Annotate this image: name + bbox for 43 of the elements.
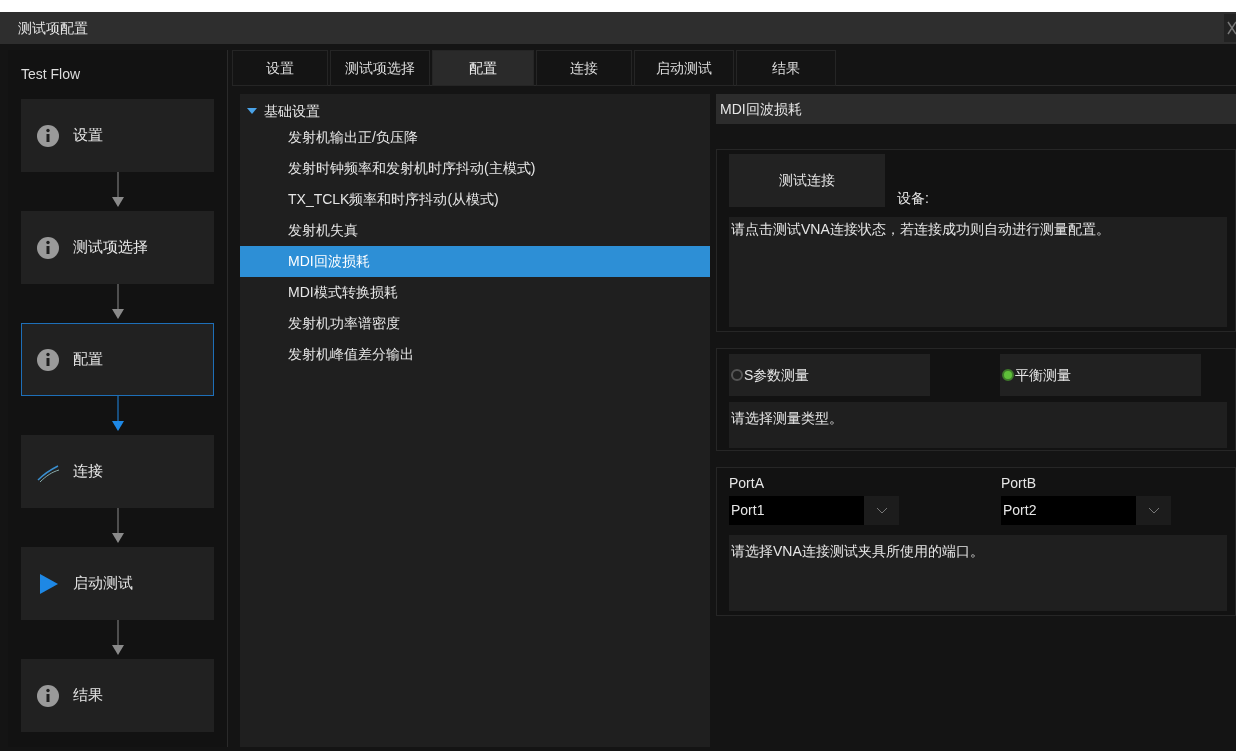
tab[interactable]: 结果 [736, 50, 836, 86]
flow-step[interactable]: 设置 [21, 99, 214, 172]
device-label: 设备: [897, 189, 929, 208]
flow-step[interactable]: 配置 [21, 323, 214, 396]
sidebar-title: Test Flow [21, 65, 82, 84]
panel-header: MDI回波损耗 [716, 94, 1236, 124]
radio-button[interactable]: 平衡测量 [1000, 354, 1201, 396]
chevron-icon [875, 506, 888, 515]
chevron-icon [1147, 506, 1160, 515]
window-title: 测试项配置 [18, 18, 88, 38]
info-text: 请选择VNA连接测试夹具所使用的端口。 [729, 535, 1227, 611]
flow-step[interactable]: 结果 [21, 659, 214, 732]
field-label: PortA [729, 474, 765, 492]
port-dropdown[interactable]: Port1 [729, 496, 899, 525]
tab[interactable]: 设置 [232, 50, 328, 86]
tree-item[interactable]: 发射时钟频率和发射机时序抖动(主模式) [240, 153, 710, 184]
radio-button[interactable]: S参数测量 [729, 354, 930, 396]
info-text: 请选择测量类型。 [729, 402, 1227, 448]
flow-step[interactable]: 测试项选择 [21, 211, 214, 284]
info-icon [36, 347, 60, 372]
tab[interactable]: 配置 [432, 50, 534, 86]
dropdown-value: Port2 [1001, 496, 1136, 525]
close-icon[interactable] [1224, 14, 1236, 42]
tree-item[interactable]: TX_TCLK频率和时序抖动(从模式) [240, 184, 710, 215]
info-icon [36, 235, 60, 260]
tab[interactable]: 测试项选择 [330, 50, 430, 86]
flow-step[interactable]: 启动测试 [21, 547, 214, 620]
tree-item[interactable]: 发射机失真 [240, 215, 710, 246]
tab[interactable]: 启动测试 [634, 50, 734, 86]
tree-item[interactable]: MDI模式转换损耗 [240, 277, 710, 308]
dropdown-value: Port1 [729, 496, 864, 525]
tree-item[interactable]: 发射机功率谱密度 [240, 308, 710, 339]
field-label: PortB [1001, 474, 1037, 492]
tree-item[interactable]: 发射机峰值差分输出 [240, 339, 710, 370]
tab[interactable]: 连接 [536, 50, 632, 86]
test-connection-button[interactable]: 测试连接 [729, 154, 885, 207]
info-icon [36, 683, 60, 708]
tree-item[interactable]: 基础设置 [264, 100, 320, 122]
info-icon [36, 123, 60, 148]
tree-item[interactable]: 发射机输出正/负压降 [240, 122, 710, 153]
port-dropdown[interactable]: Port2 [1001, 496, 1171, 525]
flow-step[interactable]: 连接 [21, 435, 214, 508]
info-text: 请点击测试VNA连接状态，若连接成功则自动进行测量配置。 [729, 217, 1227, 327]
